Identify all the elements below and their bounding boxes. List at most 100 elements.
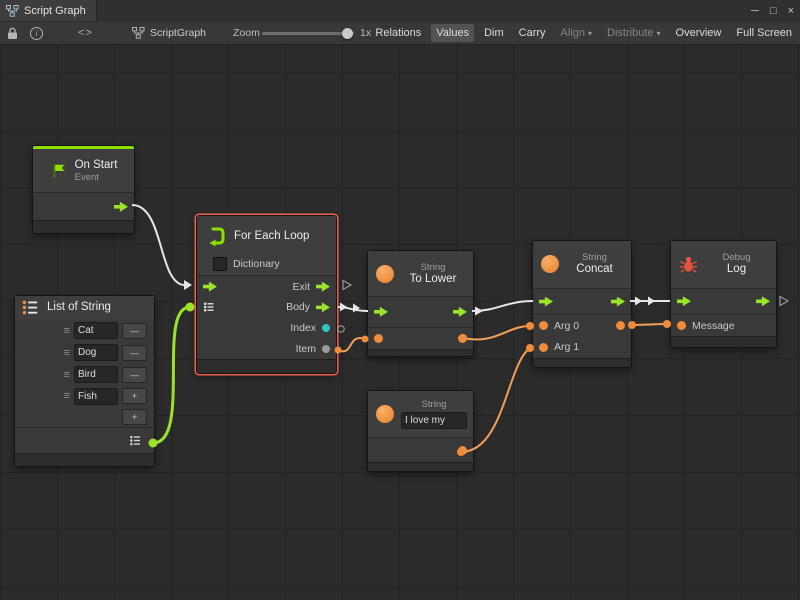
align-dropdown[interactable]: Align ▾ [556,24,597,42]
message-input-port[interactable] [677,321,686,330]
string-output-port[interactable] [458,334,467,343]
node-subtitle: Event [75,172,99,183]
node-type-label: Debug [723,252,751,263]
node-to-lower[interactable]: String To Lower [367,250,474,357]
body-flow-port[interactable] [316,302,330,312]
flow-in-port[interactable] [677,296,691,306]
dim-button[interactable]: Dim [479,24,509,42]
flag-icon [50,162,68,180]
message-label: Message [692,320,735,332]
flow-out-port[interactable] [453,307,467,317]
index-port-label: Index [290,322,316,334]
node-title: List of String [47,301,111,314]
node-footer [368,349,473,356]
node-footer [33,220,134,233]
loop-icon [205,225,227,247]
node-title: For Each Loop [234,230,309,243]
string-output-port[interactable] [458,446,467,455]
dictionary-label: Dictionary [233,258,280,270]
graph-toolbar: i <> ScriptGraph Zoom 1x Relations Value… [0,22,800,45]
code-toggle-icon[interactable]: <> [78,22,93,44]
string-type-icon [376,405,394,423]
node-on-start[interactable]: On Start Event [32,145,135,234]
window-tab-script-graph[interactable]: Script Graph [0,0,97,21]
carry-button[interactable]: Carry [514,24,551,42]
info-icon[interactable]: i [30,22,43,44]
remove-item-button[interactable]: + [122,388,147,404]
distribute-dropdown[interactable]: Distribute ▾ [602,24,665,42]
list-icon [21,298,40,317]
index-output-port[interactable] [322,324,330,332]
item-output-port[interactable] [322,345,330,353]
graph-tab-icon [6,5,19,17]
list-item-input[interactable] [74,322,118,339]
arg0-label: Arg 0 [554,320,579,332]
flow-out-port[interactable] [756,296,770,306]
string-value-input[interactable] [401,412,467,429]
node-debug-log[interactable]: Debug Log Message [670,240,777,348]
exit-port-label: Exit [292,281,310,293]
toolbar-buttons: Relations Values Dim Carry Align ▾ Distr… [370,22,797,44]
node-for-each-loop[interactable]: For Each Loop Dictionary Exit Body [196,215,337,374]
add-item-button[interactable]: + [122,409,147,425]
arg1-input-port[interactable] [539,343,548,352]
drag-handle-icon[interactable]: ≡ [64,370,70,380]
relations-button[interactable]: Relations [370,24,426,42]
body-port-label: Body [286,301,310,313]
graph-breadcrumb[interactable]: ScriptGraph [132,22,206,44]
graph-icon [132,27,145,39]
arg1-label: Arg 1 [554,341,579,353]
node-type-label: String [582,252,607,263]
node-type-label: String [422,399,447,410]
flow-in-port[interactable] [374,307,388,317]
node-string-literal[interactable]: String [367,390,474,472]
lock-icon[interactable] [7,22,18,44]
arg0-input-port[interactable] [539,321,548,330]
list-item-row: ≡ — [15,364,154,386]
zoom-slider-track[interactable] [262,32,354,35]
list-item-input[interactable] [74,344,118,361]
script-graph-window: Script Graph ─ □ × i <> ScriptGraph [0,0,800,600]
minimize-button[interactable]: ─ [751,5,759,17]
exit-flow-port[interactable] [316,282,330,292]
remove-item-button[interactable]: — [122,345,147,361]
overview-button[interactable]: Overview [671,24,727,42]
result-output-port[interactable] [616,321,625,330]
string-type-icon [376,265,394,283]
string-input-port[interactable] [374,334,383,343]
values-button[interactable]: Values [431,24,474,42]
node-type-label: String [421,262,446,273]
zoom-slider-handle[interactable] [342,28,353,39]
maximize-button[interactable]: □ [770,5,777,17]
remove-item-button[interactable]: — [122,367,147,383]
node-title: To Lower [410,273,457,286]
close-button[interactable]: × [788,5,794,17]
tab-title: Script Graph [24,5,86,17]
node-list-of-string[interactable]: List of String ≡ — ≡ — ≡ — ≡ + + [14,295,155,467]
window-controls: ─ □ × [751,0,794,22]
dictionary-checkbox[interactable] [213,257,227,271]
zoom-slider[interactable] [262,22,354,44]
flow-in-port[interactable] [539,297,553,307]
remove-item-button[interactable]: — [122,323,147,339]
drag-handle-icon[interactable]: ≡ [64,348,70,358]
chevron-down-icon: ▾ [657,29,661,38]
drag-handle-icon[interactable]: ≡ [64,326,70,336]
chevron-down-icon: ▾ [588,29,592,38]
node-footer [368,462,473,471]
node-footer [533,358,631,367]
node-title: On Start [75,159,118,172]
flow-out-port[interactable] [114,202,128,212]
list-item-row: ≡ — [15,320,154,342]
node-concat[interactable]: String Concat Arg 0 Arg 1 [532,240,632,368]
list-item-input[interactable] [74,388,118,405]
list-item-input[interactable] [74,366,118,383]
drag-handle-icon[interactable]: ≡ [64,391,70,401]
item-port-label: Item [296,343,316,355]
fullscreen-button[interactable]: Full Screen [731,24,797,42]
title-bar: Script Graph ─ □ × [0,0,800,23]
flow-out-port[interactable] [611,297,625,307]
list-output-icon[interactable] [129,434,142,447]
flow-in-port[interactable] [203,282,217,292]
list-input-port-icon[interactable] [203,301,215,313]
